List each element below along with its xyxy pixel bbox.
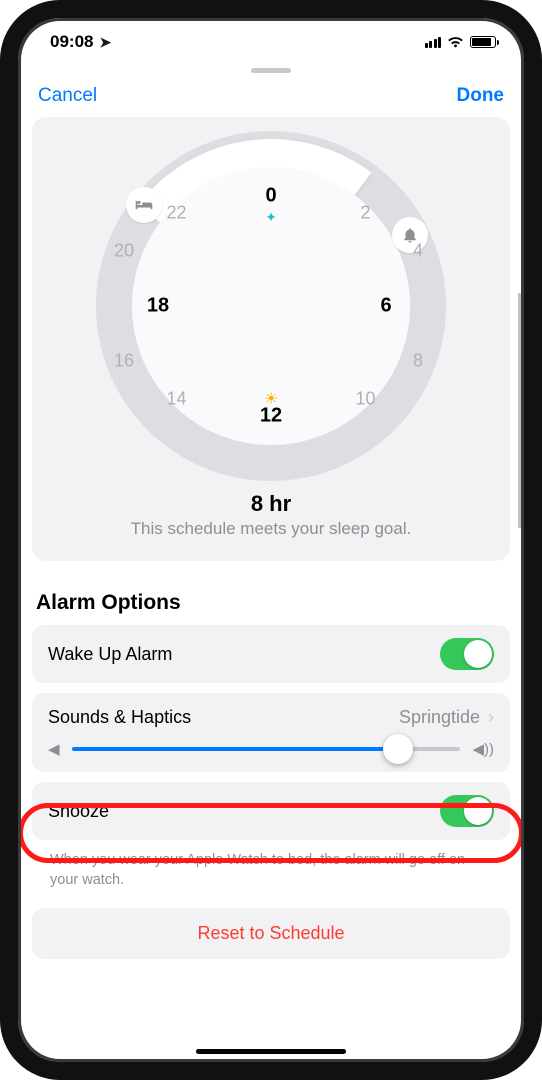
hour-12: 12 bbox=[260, 405, 282, 428]
battery-icon bbox=[470, 36, 496, 48]
wake-up-alarm-toggle[interactable] bbox=[440, 638, 494, 670]
snooze-label: Snooze bbox=[48, 801, 109, 822]
done-button[interactable]: Done bbox=[457, 85, 505, 107]
wake-up-alarm-label: Wake Up Alarm bbox=[48, 644, 172, 665]
hour-16: 16 bbox=[114, 351, 134, 372]
sounds-haptics-link[interactable]: Sounds & Haptics Springtide › bbox=[48, 707, 494, 728]
volume-slider-row: ◀ ◀)) bbox=[48, 740, 494, 758]
snooze-toggle[interactable] bbox=[440, 795, 494, 827]
sounds-haptics-value: Springtide bbox=[399, 707, 480, 728]
sleep-goal-status: This schedule meets your sleep goal. bbox=[46, 519, 496, 539]
sleep-clock-card: ✦ ☀ 0 2 4 6 8 10 12 14 16 18 20 22 8 hr … bbox=[32, 117, 510, 561]
sounds-row: Sounds & Haptics Springtide › ◀ ◀)) bbox=[32, 693, 510, 772]
bed-icon bbox=[134, 198, 154, 212]
hour-18: 18 bbox=[147, 295, 169, 318]
cancel-button[interactable]: Cancel bbox=[38, 85, 97, 107]
alarm-options-section: Alarm Options Wake Up Alarm Sounds & Hap… bbox=[18, 591, 524, 959]
sounds-haptics-label: Sounds & Haptics bbox=[48, 707, 191, 728]
wifi-icon bbox=[447, 36, 464, 48]
volume-slider-fill bbox=[72, 747, 399, 751]
sleep-duration: 8 hr bbox=[46, 491, 496, 517]
footer-note: When you wear your Apple Watch to bed, t… bbox=[32, 850, 510, 890]
status-bar: 09:08 ➤ bbox=[18, 18, 524, 62]
hour-10: 10 bbox=[355, 389, 375, 410]
wake-up-alarm-row[interactable]: Wake Up Alarm bbox=[32, 625, 510, 683]
volume-slider-knob[interactable] bbox=[383, 734, 413, 764]
volume-slider[interactable] bbox=[72, 747, 461, 751]
hour-8: 8 bbox=[413, 351, 423, 372]
sheet-grabber[interactable] bbox=[251, 68, 291, 73]
cellular-icon bbox=[425, 37, 442, 48]
reset-to-schedule-button[interactable]: Reset to Schedule bbox=[32, 908, 510, 959]
home-indicator[interactable] bbox=[196, 1049, 346, 1054]
chevron-right-icon: › bbox=[488, 707, 494, 728]
hour-0: 0 bbox=[265, 185, 276, 208]
section-title: Alarm Options bbox=[32, 591, 510, 625]
snooze-row[interactable]: Snooze bbox=[32, 782, 510, 840]
hour-14: 14 bbox=[166, 389, 186, 410]
hour-6: 6 bbox=[380, 295, 391, 318]
sheet-header: Cancel Done bbox=[18, 77, 524, 117]
hour-22: 22 bbox=[166, 203, 186, 224]
location-icon: ➤ bbox=[99, 34, 111, 51]
stars-icon: ✦ bbox=[265, 209, 277, 226]
status-time: 09:08 bbox=[50, 32, 93, 52]
scroll-indicator[interactable] bbox=[518, 293, 521, 528]
hour-4: 4 bbox=[413, 241, 423, 262]
hour-2: 2 bbox=[360, 203, 370, 224]
volume-high-icon: ◀)) bbox=[472, 740, 494, 758]
sleep-dial[interactable]: ✦ ☀ 0 2 4 6 8 10 12 14 16 18 20 22 bbox=[96, 131, 446, 481]
bedtime-handle[interactable] bbox=[126, 187, 162, 223]
hour-20: 20 bbox=[114, 241, 134, 262]
volume-low-icon: ◀ bbox=[48, 740, 60, 758]
